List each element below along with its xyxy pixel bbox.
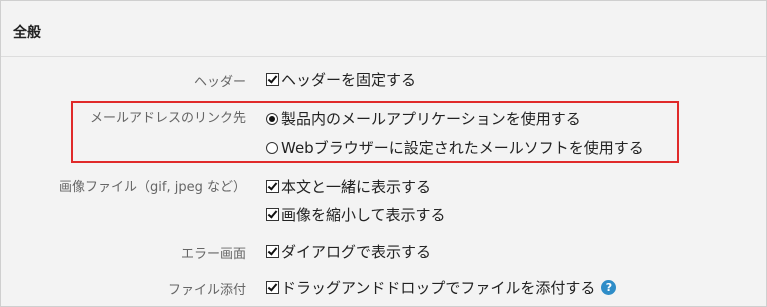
help-icon[interactable]: ? [601,280,617,295]
use-browser-mail-radio[interactable]: Webブラウザーに設定されたメールソフトを使用する [266,137,644,158]
image-file-label: 画像ファイル（gif, jpeg など） [59,180,246,195]
checkbox-checked-icon[interactable] [266,208,279,221]
error-screen-label: エラー画面 [180,247,246,262]
drag-drop-attach-checkbox[interactable]: ドラッグアンドドロップでファイルを添付する ? [266,277,617,298]
drag-drop-attach-label: ドラッグアンドドロップでファイルを添付する [281,279,596,297]
fix-header-checkbox[interactable]: ヘッダーを固定する [266,69,416,90]
shrink-image-label: 画像を縮小して表示する [281,206,446,224]
radio-selected-icon[interactable] [266,112,278,125]
checkbox-checked-icon[interactable] [266,245,279,258]
radio-unselected-icon[interactable] [266,141,278,154]
dialog-display-label: ダイアログで表示する [281,243,432,261]
use-internal-mail-radio[interactable]: 製品内のメールアプリケーションを使用する [266,108,581,129]
file-attach-label: ファイル添付 [167,283,246,298]
checkbox-checked-icon[interactable] [266,180,279,193]
mail-link-label: メールアドレスのリンク先 [89,111,246,126]
checkbox-checked-icon[interactable] [266,281,279,294]
show-with-body-label: 本文と一緒に表示する [281,178,432,196]
settings-panel: 全般 ヘッダー ヘッダーを固定する メールアドレスのリンク先 製品内のメールアプ… [0,0,767,307]
fix-header-label: ヘッダーを固定する [281,71,417,89]
shrink-image-checkbox[interactable]: 画像を縮小して表示する [266,204,446,225]
section-title: 全般 [13,25,41,41]
use-browser-mail-label: Webブラウザーに設定されたメールソフトを使用する [281,139,644,157]
header-label: ヘッダー [193,75,246,90]
section-divider [1,56,766,57]
dialog-display-checkbox[interactable]: ダイアログで表示する [266,241,431,262]
use-internal-mail-label: 製品内のメールアプリケーションを使用する [281,110,581,128]
show-with-body-checkbox[interactable]: 本文と一緒に表示する [266,176,431,197]
checkbox-checked-icon[interactable] [266,73,279,86]
